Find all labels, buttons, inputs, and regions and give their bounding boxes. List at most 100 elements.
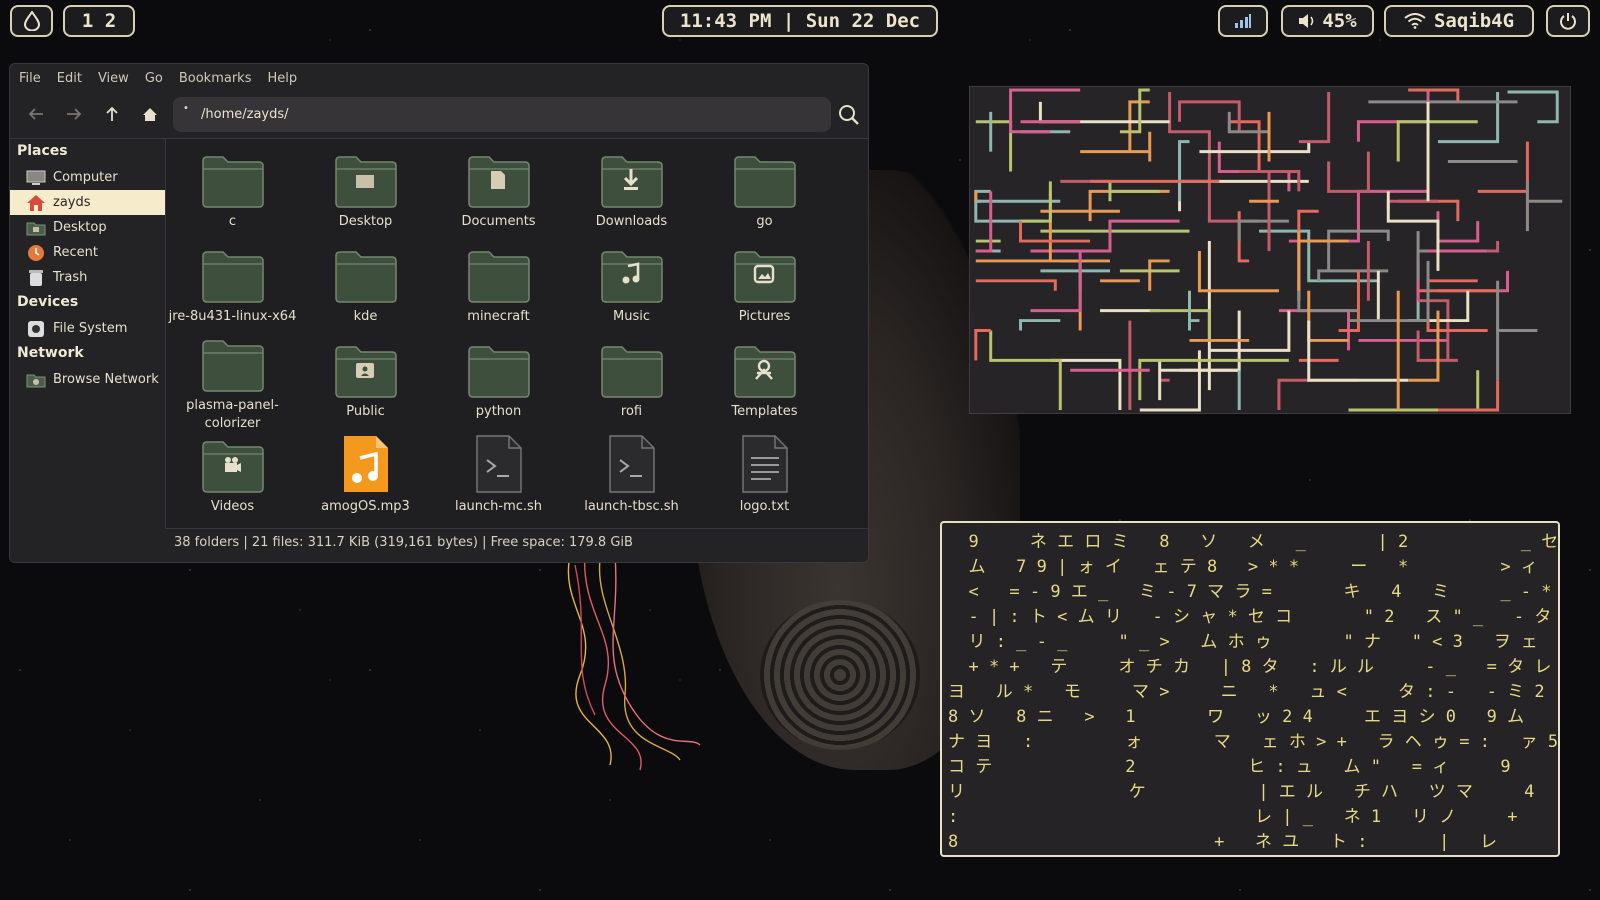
home-button[interactable]	[132, 96, 168, 132]
clock[interactable]: 11:43 PM | Sun 22 Dec	[662, 5, 938, 37]
matrix-row: リ : _ - _ " _ > ム ホ ゥ " ナ " < 3 ヲ ェ	[948, 632, 1538, 652]
menu-file[interactable]: File	[19, 71, 41, 86]
wallpaper-astronaut-hair	[760, 600, 920, 750]
item-label: amogOS.mp3	[321, 499, 410, 514]
sidebar: Places Computer zayds Desktop Recent Tra…	[10, 138, 165, 557]
wifi-indicator[interactable]: Saqib4G	[1384, 5, 1534, 37]
matrix-row: ム 7 9 | ォ イ ェ テ 8 > * * ー * > ィ	[948, 557, 1538, 577]
matrix-row: ナ ヨ : ォ マ ェ ホ > + ラ ヘ ゥ = : ァ 5	[948, 732, 1559, 752]
folder-item[interactable]: Templates	[698, 337, 831, 432]
menu-edit[interactable]: Edit	[57, 71, 82, 86]
matrix-row: + * + テ オ チ カ | 8 タ : ル ル - _ = タ レ	[948, 657, 1552, 677]
sidebar-item-desktop[interactable]: Desktop	[10, 215, 165, 240]
sidebar-heading-places: Places	[17, 143, 68, 159]
signal-bars-icon	[1235, 14, 1251, 28]
sidebar-item-browse-network[interactable]: Browse Network	[10, 367, 165, 392]
item-label: Pictures	[738, 309, 791, 324]
search-button[interactable]	[834, 100, 864, 130]
up-button[interactable]	[94, 96, 130, 132]
folder-item[interactable]: minecraft	[432, 242, 565, 337]
item-label: plasma-panel-colorizer	[186, 398, 279, 431]
folder-videos-icon	[201, 432, 265, 494]
power-icon	[1560, 13, 1576, 30]
sidebar-item-computer[interactable]: Computer	[10, 165, 165, 190]
folder-icon	[201, 242, 265, 304]
file-item[interactable]: launch-mc.sh	[432, 432, 565, 527]
back-button[interactable]	[18, 96, 54, 132]
network-icon	[26, 371, 46, 389]
folder-icon	[467, 242, 531, 304]
sidebar-item-file-system[interactable]: File System	[10, 316, 165, 341]
file-item[interactable]: launch-tbsc.sh	[565, 432, 698, 527]
folder-item[interactable]: Videos	[166, 432, 299, 527]
item-label: launch-tbsc.sh	[584, 499, 679, 514]
folder-downloads-icon	[600, 147, 664, 209]
sidebar-item-trash[interactable]: Trash	[10, 265, 165, 290]
menu-help[interactable]: Help	[267, 71, 297, 86]
sidebar-item-label: Desktop	[53, 220, 107, 235]
folder-item[interactable]: Documents	[432, 147, 565, 242]
sidebar-item-label: Trash	[53, 270, 88, 285]
folder-item[interactable]: Pictures	[698, 242, 831, 337]
script-file-icon	[606, 432, 658, 494]
matrix-row: < = - 9 エ _ ミ - 7 マ ラ = キ 4 ミ _ - *	[948, 582, 1552, 602]
menu-bookmarks[interactable]: Bookmarks	[179, 71, 252, 86]
location-bar-indicator-icon: •	[183, 103, 189, 114]
file-item[interactable]: amogOS.mp3	[299, 432, 432, 527]
power-button[interactable]	[1546, 5, 1590, 37]
folder-item[interactable]: c	[166, 147, 299, 242]
sidebar-heading-network: Network	[17, 345, 84, 361]
file-item[interactable]: logo.txt	[698, 432, 831, 527]
item-label: launch-mc.sh	[454, 499, 543, 514]
folder-documents-icon	[467, 147, 531, 209]
matrix-row: リ ケ | エ ル チ ハ ツ マ 4	[948, 782, 1535, 802]
volume-level: 45%	[1322, 10, 1357, 32]
item-label: Music	[613, 309, 650, 324]
folder-item[interactable]: Music	[565, 242, 698, 337]
menu-view[interactable]: View	[98, 71, 129, 86]
matrix-terminal: 9 ネ エ ロ ミ 8 ソ メ _ | 2 _ セ ム 7 9 | ォ イ ェ …	[940, 521, 1560, 857]
sidebar-item-recent[interactable]: Recent	[10, 240, 165, 265]
sidebar-item-label: File System	[53, 321, 128, 336]
folder-item[interactable]: Desktop	[299, 147, 432, 242]
item-label: rofi	[620, 404, 643, 419]
folder-public-icon	[334, 337, 398, 399]
launcher-button[interactable]	[10, 5, 53, 37]
wallpaper-jellyfish	[567, 549, 701, 771]
folder-item[interactable]: jre-8u431-linux-x64	[166, 242, 299, 337]
matrix-row: 8 + ネ ユ ト : | レ	[948, 832, 1498, 852]
folder-icon	[201, 147, 265, 209]
matrix-row: 8 ソ 8 ニ > 1 ワ ッ 2 4 エ ヨ シ 0 9 ム	[948, 707, 1525, 727]
item-label: jre-8u431-linux-x64	[168, 309, 297, 324]
folder-icon	[201, 337, 265, 393]
sidebar-heading-devices: Devices	[17, 294, 79, 310]
folder-item[interactable]: kde	[299, 242, 432, 337]
forward-button[interactable]	[56, 96, 92, 132]
audio-file-icon	[340, 432, 392, 494]
folder-item[interactable]: Downloads	[565, 147, 698, 242]
arrow-up-icon	[106, 106, 118, 121]
home-icon	[143, 107, 157, 121]
network-stats-button[interactable]	[1218, 5, 1268, 37]
item-label: Videos	[210, 499, 255, 514]
location-bar[interactable]: • /home/zayds/	[173, 97, 831, 132]
folder-desktop-icon	[334, 147, 398, 209]
item-label: Documents	[461, 214, 536, 229]
folder-item[interactable]: go	[698, 147, 831, 242]
sidebar-item-zayds[interactable]: zayds	[10, 190, 165, 215]
desktop-icon	[26, 219, 46, 237]
menu-go[interactable]: Go	[145, 71, 163, 86]
item-label: Desktop	[338, 214, 393, 229]
droplet-icon	[23, 11, 40, 31]
workspace-indicator[interactable]: 1 2	[63, 5, 135, 37]
folder-item[interactable]: rofi	[565, 337, 698, 432]
recent-icon	[26, 244, 46, 262]
folder-item[interactable]: plasma-panel-colorizer	[166, 337, 299, 432]
arrow-right-icon	[67, 108, 82, 120]
volume-indicator[interactable]: 45%	[1281, 5, 1374, 37]
folder-item[interactable]: Public	[299, 337, 432, 432]
home-icon	[26, 194, 46, 212]
folder-item[interactable]: python	[432, 337, 565, 432]
item-label: Public	[346, 404, 385, 419]
trash-icon	[26, 269, 46, 287]
